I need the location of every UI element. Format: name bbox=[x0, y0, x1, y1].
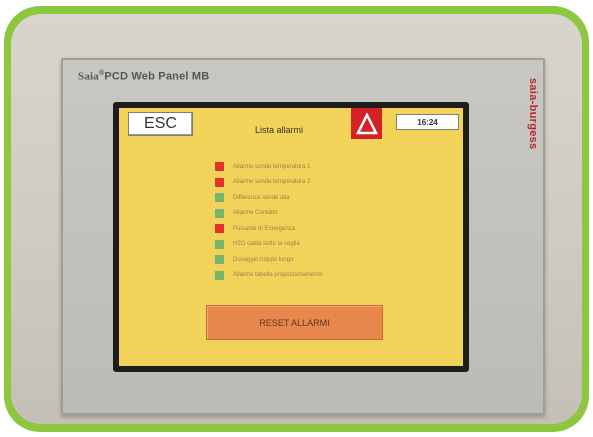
alarm-row: Allarme Contatto bbox=[215, 206, 445, 222]
warning-triangle-icon bbox=[355, 112, 378, 134]
screen-bezel: ESC Lista allarmi 16:24 Allarme sonda te… bbox=[113, 102, 469, 372]
clock-display: 16:24 bbox=[396, 114, 459, 130]
alarm-label: Allarme sonda temperatura 1 bbox=[233, 163, 311, 170]
brand-prefix: Saia bbox=[78, 70, 99, 83]
alarm-label: Pulsante di Emergenza bbox=[233, 225, 296, 232]
touch-screen: ESC Lista allarmi 16:24 Allarme sonda te… bbox=[119, 108, 463, 366]
brand-name: PCD Web Panel MB bbox=[104, 70, 210, 83]
alarm-row: Differenza sonde alta bbox=[215, 190, 445, 206]
reset-alarms-button[interactable]: RESET ALLARMI bbox=[206, 305, 383, 340]
alarm-label: Differenza sonde alta bbox=[233, 194, 290, 201]
alarm-led-ok bbox=[215, 270, 224, 280]
device-brand: Saia®PCD Web Panel MB bbox=[78, 70, 209, 83]
alarm-led-ok bbox=[215, 239, 224, 249]
side-brand-logo: saia-burgess bbox=[527, 78, 539, 150]
alarm-row: Allarme sonda temperatura 1 bbox=[215, 159, 445, 175]
esc-button[interactable]: ESC bbox=[128, 112, 193, 136]
alarm-led-ok bbox=[215, 208, 224, 218]
alarm-label: Allarme sonda temperatura 2 bbox=[233, 179, 311, 186]
alarm-label: Allarme tabella proporzionamento bbox=[233, 272, 323, 279]
alarm-label: Dosaggio troppo lungo bbox=[233, 256, 294, 263]
alarm-led-active bbox=[215, 224, 224, 234]
page-title: Lista allarmi bbox=[255, 125, 304, 135]
wall-background: Saia®PCD Web Panel MB saia-burgess ESC L… bbox=[11, 14, 582, 424]
alarm-row: Allarme sonda temperatura 2 bbox=[215, 175, 445, 191]
photo-frame: Saia®PCD Web Panel MB saia-burgess ESC L… bbox=[4, 6, 589, 432]
alarm-row: Dosaggio troppo lungo bbox=[215, 252, 445, 268]
alarm-indicator[interactable] bbox=[351, 108, 382, 139]
alarm-row: Allarme tabella proporzionamento bbox=[215, 268, 445, 284]
web-panel-device: Saia®PCD Web Panel MB saia-burgess ESC L… bbox=[61, 58, 545, 415]
alarm-led-active bbox=[215, 177, 224, 187]
alarm-row: H2O calda sotto la soglia bbox=[215, 237, 445, 253]
alarm-label: Allarme Contatto bbox=[233, 210, 278, 217]
alarm-list: Allarme sonda temperatura 1 Allarme sonda… bbox=[215, 159, 445, 283]
alarm-led-active bbox=[215, 162, 224, 172]
alarm-led-ok bbox=[215, 255, 224, 265]
alarm-led-ok bbox=[215, 193, 224, 203]
alarm-row: Pulsante di Emergenza bbox=[215, 221, 445, 237]
alarm-label: H2O calda sotto la soglia bbox=[233, 241, 300, 248]
